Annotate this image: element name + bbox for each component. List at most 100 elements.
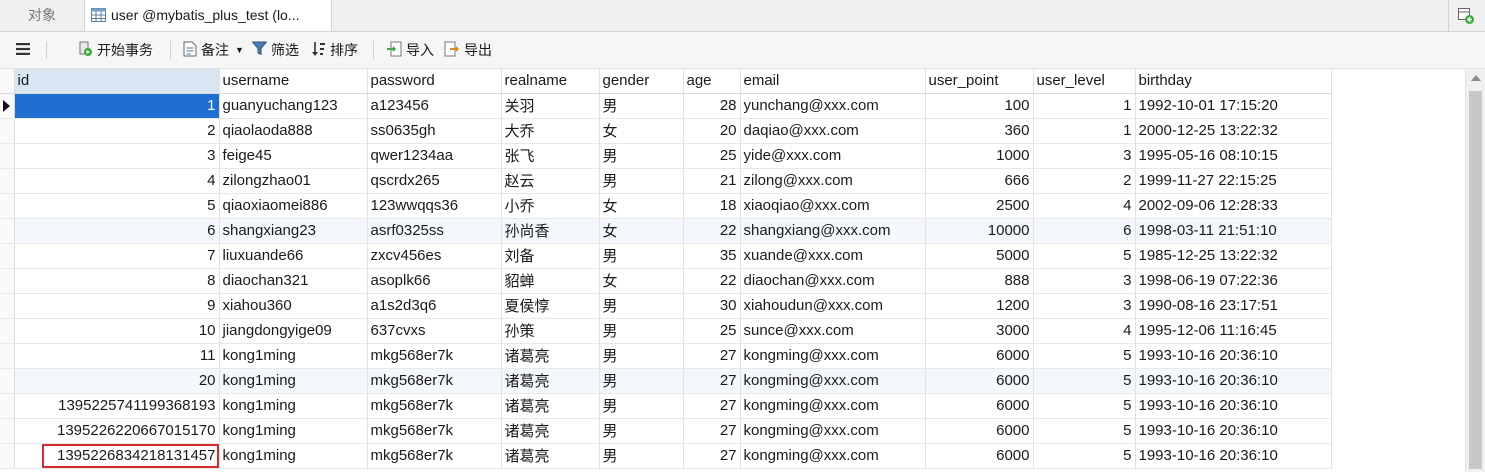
cell-password[interactable]: a123456 xyxy=(367,93,502,119)
cell-birthday[interactable]: 2000-12-25 13:22:32 xyxy=(1135,118,1332,144)
cell-password[interactable]: asrf0325ss xyxy=(367,218,502,244)
cell-username[interactable]: zilongzhao01 xyxy=(219,168,368,194)
cell-id[interactable]: 10 xyxy=(14,318,220,344)
cell-user-point[interactable]: 100 xyxy=(925,93,1034,119)
cell-id[interactable]: 3 xyxy=(14,143,220,169)
cell-user-level[interactable]: 5 xyxy=(1033,443,1136,469)
filter-button[interactable]: 筛选 xyxy=(251,32,299,68)
cell-age[interactable]: 27 xyxy=(683,418,741,444)
cell-gender[interactable]: 女 xyxy=(599,193,684,219)
cell-user-point[interactable]: 10000 xyxy=(925,218,1034,244)
cell-gender[interactable]: 男 xyxy=(599,143,684,169)
begin-transaction-button[interactable]: 开始事务 xyxy=(77,32,153,68)
cell-username[interactable]: guanyuchang123 xyxy=(219,93,368,119)
cell-user-level[interactable]: 5 xyxy=(1033,393,1136,419)
row-header[interactable] xyxy=(0,143,15,169)
cell-user-point[interactable]: 6000 xyxy=(925,393,1034,419)
cell-age[interactable]: 22 xyxy=(683,218,741,244)
cell-email[interactable]: zilong@xxx.com xyxy=(740,168,926,194)
cell-user-level[interactable]: 5 xyxy=(1033,368,1136,394)
cell-user-point[interactable]: 5000 xyxy=(925,243,1034,269)
cell-birthday[interactable]: 1998-06-19 07:22:36 xyxy=(1135,268,1332,294)
column-header-email[interactable]: email xyxy=(740,69,926,94)
cell-birthday[interactable]: 1995-12-06 11:16:45 xyxy=(1135,318,1332,344)
cell-realname[interactable]: 孙策 xyxy=(501,318,600,344)
cell-age[interactable]: 21 xyxy=(683,168,741,194)
cell-gender[interactable]: 男 xyxy=(599,93,684,119)
cell-username[interactable]: kong1ming xyxy=(219,418,368,444)
row-header[interactable] xyxy=(0,393,15,419)
cell-user-point[interactable]: 666 xyxy=(925,168,1034,194)
cell-id[interactable]: 1395225741199368193 xyxy=(14,393,220,419)
cell-age[interactable]: 27 xyxy=(683,343,741,369)
cell-password[interactable]: mkg568er7k xyxy=(367,343,502,369)
column-header-username[interactable]: username xyxy=(219,69,368,94)
table-row[interactable]: 5 qiaoxiaomei886 123wwqqs36 小乔女 18 xiaoqiao@x… xyxy=(0,193,1332,219)
cell-user-level[interactable]: 6 xyxy=(1033,218,1136,244)
cell-realname[interactable]: 赵云 xyxy=(501,168,600,194)
cell-user-point[interactable]: 360 xyxy=(925,118,1034,144)
cell-id[interactable]: 5 xyxy=(14,193,220,219)
cell-password[interactable]: zxcv456es xyxy=(367,243,502,269)
cell-password[interactable]: qwer1234aa xyxy=(367,143,502,169)
cell-user-level[interactable]: 1 xyxy=(1033,118,1136,144)
cell-password[interactable]: mkg568er7k xyxy=(367,418,502,444)
cell-user-level[interactable]: 5 xyxy=(1033,343,1136,369)
table-row[interactable]: 7 liuxuande66 zxcv456es 刘备男 35 xuande@xxx.com… xyxy=(0,243,1332,269)
cell-age[interactable]: 27 xyxy=(683,368,741,394)
cell-id[interactable]: 2 xyxy=(14,118,220,144)
column-header-user-point[interactable]: user_point xyxy=(925,69,1034,94)
table-row[interactable]: 1395225741199368193 kong1ming mkg568er7k 诸葛… xyxy=(0,393,1332,419)
cell-realname[interactable]: 关羽 xyxy=(501,93,600,119)
cell-user-level[interactable]: 3 xyxy=(1033,293,1136,319)
cell-password[interactable]: ss0635gh xyxy=(367,118,502,144)
cell-email[interactable]: shangxiang@xxx.com xyxy=(740,218,926,244)
cell-password[interactable]: qscrdx265 xyxy=(367,168,502,194)
cell-age[interactable]: 27 xyxy=(683,443,741,469)
cell-username[interactable]: qiaolaoda888 xyxy=(219,118,368,144)
menu-button[interactable] xyxy=(16,32,34,68)
cell-user-level[interactable]: 1 xyxy=(1033,93,1136,119)
table-row[interactable]: 1395226220667015170 kong1ming mkg568er7k 诸葛… xyxy=(0,418,1332,444)
tab-objects[interactable]: 对象 xyxy=(0,0,84,31)
table-row[interactable]: 4 zilongzhao01 qscrdx265 赵云男 21 zilong@xxx.co… xyxy=(0,168,1332,194)
column-header-realname[interactable]: realname xyxy=(501,69,600,94)
table-row[interactable]: 8 diaochan321 asoplk66 貂蝉女 22 diaochan@xxx.co… xyxy=(0,268,1332,294)
cell-email[interactable]: daqiao@xxx.com xyxy=(740,118,926,144)
row-header[interactable] xyxy=(0,218,15,244)
cell-gender[interactable]: 男 xyxy=(599,343,684,369)
cell-age[interactable]: 22 xyxy=(683,268,741,294)
cell-age[interactable]: 18 xyxy=(683,193,741,219)
table-row[interactable]: 20 kong1ming mkg568er7k 诸葛亮男 27 kongming@xxx.… xyxy=(0,368,1332,394)
row-header[interactable] xyxy=(0,118,15,144)
cell-email[interactable]: yide@xxx.com xyxy=(740,143,926,169)
cell-gender[interactable]: 男 xyxy=(599,443,684,469)
row-header[interactable] xyxy=(0,243,15,269)
cell-gender[interactable]: 男 xyxy=(599,243,684,269)
cell-birthday[interactable]: 1999-11-27 22:15:25 xyxy=(1135,168,1332,194)
cell-username[interactable]: kong1ming xyxy=(219,343,368,369)
cell-age[interactable]: 27 xyxy=(683,393,741,419)
table-row[interactable]: 3 feige45 qwer1234aa 张飞男 25 yide@xxx.com 1000 3… xyxy=(0,143,1332,169)
cell-email[interactable]: diaochan@xxx.com xyxy=(740,268,926,294)
cell-email[interactable]: kongming@xxx.com xyxy=(740,418,926,444)
cell-birthday[interactable]: 1993-10-16 20:36:10 xyxy=(1135,368,1332,394)
cell-user-point[interactable]: 888 xyxy=(925,268,1034,294)
cell-username[interactable]: kong1ming xyxy=(219,393,368,419)
cell-user-point[interactable]: 6000 xyxy=(925,418,1034,444)
cell-password[interactable]: mkg568er7k xyxy=(367,393,502,419)
cell-gender[interactable]: 男 xyxy=(599,393,684,419)
table-row[interactable]: 6 shangxiang23 asrf0325ss 孙尚香女 22 shangxiang@… xyxy=(0,218,1332,244)
cell-user-point[interactable]: 6000 xyxy=(925,443,1034,469)
cell-birthday[interactable]: 1985-12-25 13:22:32 xyxy=(1135,243,1332,269)
cell-username[interactable]: liuxuande66 xyxy=(219,243,368,269)
row-header[interactable] xyxy=(0,293,15,319)
cell-email[interactable]: kongming@xxx.com xyxy=(740,343,926,369)
cell-username[interactable]: jiangdongyige09 xyxy=(219,318,368,344)
row-header[interactable] xyxy=(0,93,15,119)
cell-password[interactable]: mkg568er7k xyxy=(367,368,502,394)
cell-user-point[interactable]: 1000 xyxy=(925,143,1034,169)
scrollbar-thumb[interactable] xyxy=(1469,91,1482,469)
cell-realname[interactable]: 张飞 xyxy=(501,143,600,169)
cell-realname[interactable]: 孙尚香 xyxy=(501,218,600,244)
